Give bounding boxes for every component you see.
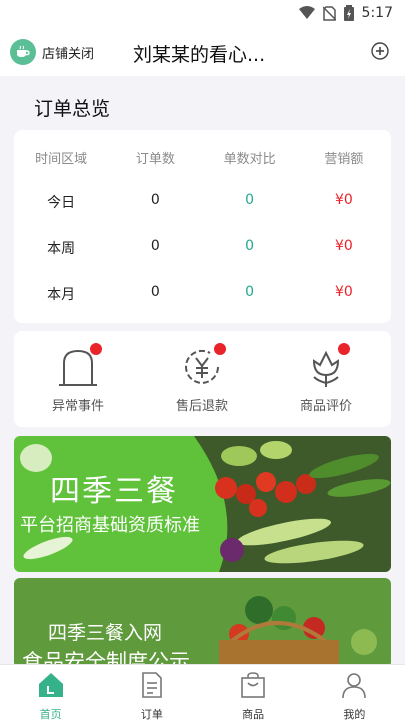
sales-amount: ¥0: [334, 192, 353, 208]
coffee-cup-icon: [10, 39, 36, 65]
header-period: 时间区域: [35, 152, 88, 167]
period-label: 今日: [47, 195, 76, 211]
order-compare: 0: [245, 192, 255, 208]
order-count: 0: [150, 238, 160, 254]
notification-dot: [338, 343, 350, 355]
header-compare: 单数对比: [223, 152, 276, 167]
home-icon: [38, 673, 63, 697]
promo-banner-food-safety[interactable]: 四季三餐入网 食品安全制度公示: [14, 578, 391, 668]
store-status-toggle[interactable]: 店铺关闭: [10, 39, 94, 65]
banner-title: 四季三餐入网: [48, 622, 163, 644]
user-icon: [342, 673, 367, 699]
sales-amount: ¥0: [334, 284, 353, 300]
event-label: 异常事件: [51, 399, 104, 414]
nav-label: 订单: [140, 708, 163, 720]
status-bar: 5:17: [0, 0, 405, 28]
yen-refresh-icon: [180, 343, 226, 389]
store-status-label: 店铺关闭: [42, 46, 95, 62]
order-overview-title: 订单总览: [34, 98, 111, 120]
store-name: 刘某某的看心...: [133, 44, 266, 66]
status-icons: 5:17: [298, 5, 393, 21]
top-bar: 店铺关闭 刘某某的看心...: [0, 28, 405, 76]
overview-header-row: 时间区域 订单数 单数对比 营销额: [14, 148, 391, 167]
nav-label: 商品: [242, 708, 265, 720]
promo-banner-qualification[interactable]: 四季三餐 平台招商基础资质标准: [14, 436, 391, 572]
sales-amount: ¥0: [334, 238, 353, 254]
nav-products[interactable]: 商品: [203, 665, 304, 720]
events-card: 异常事件 售后退款 商品评价: [14, 331, 391, 427]
overview-row-today: 今日 0 0 ¥0: [14, 192, 391, 212]
flower-icon: [304, 343, 350, 389]
overview-row-week: 本周 0 0 ¥0: [14, 238, 391, 258]
header-orders: 订单数: [135, 152, 175, 167]
order-count: 0: [150, 284, 160, 300]
banner-title: 四季三餐: [50, 474, 178, 509]
bag-icon: [241, 672, 265, 698]
order-compare: 0: [245, 284, 255, 300]
event-review[interactable]: 商品评价: [266, 343, 386, 414]
header-sales: 营销额: [324, 152, 364, 167]
add-circle-icon[interactable]: [371, 42, 389, 60]
banner-subtitle: 平台招商基础资质标准: [20, 515, 200, 536]
nav-orders[interactable]: 订单: [101, 665, 202, 720]
notification-dot: [90, 343, 102, 355]
order-count: 0: [150, 192, 160, 208]
status-time: 5:17: [361, 5, 393, 21]
event-exception[interactable]: 异常事件: [18, 343, 138, 414]
wifi-icon: [298, 6, 315, 19]
order-compare: 0: [245, 238, 255, 254]
event-refund[interactable]: 售后退款: [142, 343, 262, 414]
nav-label: 我的: [343, 708, 366, 720]
event-label: 售后退款: [175, 399, 228, 414]
notification-dot: [214, 343, 226, 355]
period-label: 本周: [47, 241, 76, 257]
no-sim-icon: [322, 5, 336, 21]
event-label: 商品评价: [299, 399, 352, 414]
order-overview-card: 时间区域 订单数 单数对比 营销额 今日 0 0 ¥0 本周 0 0 ¥0 本月…: [14, 130, 391, 323]
nav-home[interactable]: 首页: [0, 665, 101, 720]
nav-label: 首页: [39, 708, 62, 720]
order-icon: [142, 672, 162, 698]
battery-icon: [343, 5, 354, 21]
bottom-nav: 首页 订单 商品 我的: [0, 664, 405, 720]
period-label: 本月: [47, 287, 76, 303]
nav-profile[interactable]: 我的: [304, 665, 405, 720]
overview-row-month: 本月 0 0 ¥0: [14, 284, 391, 304]
tombstone-icon: [56, 343, 102, 389]
